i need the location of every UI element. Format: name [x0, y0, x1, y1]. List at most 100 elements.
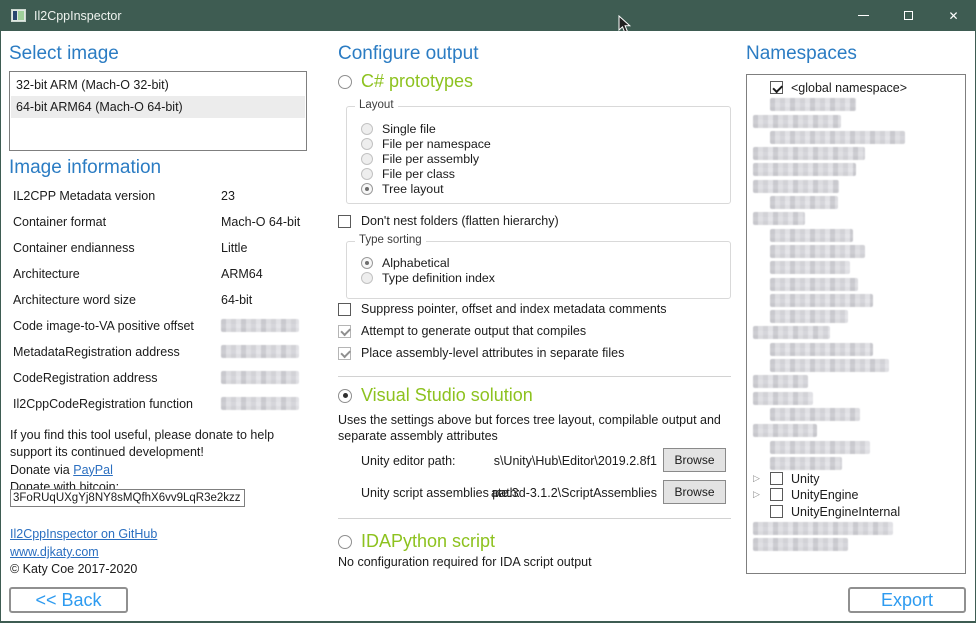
output-checkboxes: Suppress pointer, offset and index metad… [338, 298, 667, 364]
namespace-item[interactable] [747, 145, 965, 161]
namespace-item[interactable] [747, 292, 965, 308]
info-label: Architecture [13, 267, 80, 281]
checkbox-label: Place assembly-level attributes in separ… [361, 346, 624, 360]
radio-option[interactable]: File per assembly [347, 151, 730, 166]
namespace-item[interactable] [747, 390, 965, 406]
csharp-prototypes-radio[interactable]: C# prototypes [338, 71, 473, 92]
namespaces-title: Namespaces [746, 43, 857, 65]
radio-icon [361, 153, 373, 165]
namespace-item[interactable] [747, 324, 965, 340]
namespace-item[interactable] [747, 259, 965, 275]
redacted-namespace [770, 278, 858, 291]
checkbox-row[interactable]: Suppress pointer, offset and index metad… [338, 298, 667, 320]
titlebar[interactable]: Il2CppInspector [0, 0, 976, 31]
radio-option[interactable]: Tree layout [347, 181, 730, 196]
namespace-item[interactable] [747, 178, 965, 194]
namespace-item[interactable] [747, 536, 965, 552]
namespace-item[interactable] [747, 373, 965, 389]
back-button[interactable]: << Back [9, 587, 128, 613]
browse-editor-button[interactable]: Browse [663, 448, 726, 472]
donate-text: If you find this tool useful, please don… [10, 427, 310, 496]
image-list[interactable]: 32-bit ARM (Mach-O 32-bit)64-bit ARM64 (… [9, 71, 307, 151]
namespace-label: Unity [791, 471, 819, 487]
namespace-item[interactable] [747, 210, 965, 226]
namespace-item[interactable]: ▷ Unity [747, 471, 965, 487]
namespace-item[interactable] [747, 439, 965, 455]
export-button[interactable]: Export [848, 587, 966, 613]
redacted-value [221, 371, 299, 384]
redacted-namespace [770, 196, 838, 209]
radio-option[interactable]: Type definition index [347, 270, 730, 285]
info-row: MetadataRegistration address [13, 341, 305, 367]
minimize-button[interactable] [841, 0, 886, 31]
github-link[interactable]: Il2CppInspector on GitHub [10, 527, 157, 541]
namespace-item[interactable] [747, 243, 965, 259]
radio-option-label: Tree layout [382, 182, 444, 196]
namespace-item[interactable] [747, 194, 965, 210]
browse-assemblies-button[interactable]: Browse [663, 480, 726, 504]
redacted-namespace [753, 180, 839, 193]
donate-line1: If you find this tool useful, please don… [10, 427, 310, 444]
info-row: Code image-to-VA positive offset [13, 315, 305, 341]
image-list-item[interactable]: 32-bit ARM (Mach-O 32-bit) [11, 74, 305, 96]
select-image-title: Select image [9, 43, 119, 65]
namespace-item[interactable] [747, 227, 965, 243]
namespace-item[interactable]: ▷UnityEngine [747, 487, 965, 503]
radio-icon [361, 138, 373, 150]
namespace-item[interactable] [747, 276, 965, 292]
website-link[interactable]: www.djkaty.com [10, 545, 99, 559]
info-value: Little [221, 241, 247, 255]
namespace-item[interactable] [747, 406, 965, 422]
namespace-item[interactable] [747, 96, 965, 112]
maximize-button[interactable] [886, 0, 931, 31]
configure-output-title: Configure output [338, 43, 479, 65]
radio-option[interactable]: Alphabetical [347, 255, 730, 270]
namespace-item[interactable] [747, 357, 965, 373]
idapython-radio[interactable]: IDAPython script [338, 531, 495, 552]
namespace-item[interactable]: UnityEngineInternal [747, 504, 965, 520]
namespace-item[interactable] [747, 455, 965, 471]
info-label: IL2CPP Metadata version [13, 189, 155, 203]
info-row: Il2CppCodeRegistration function [13, 393, 305, 419]
visual-studio-radio[interactable]: Visual Studio solution [338, 385, 533, 406]
expander-icon[interactable]: ▷ [753, 473, 760, 484]
redacted-namespace [770, 359, 889, 372]
info-label: Code image-to-VA positive offset [13, 319, 194, 333]
checkbox-row[interactable]: Place assembly-level attributes in separ… [338, 342, 667, 364]
info-value: Mach-O 64-bit [221, 215, 300, 229]
radio-option-label: File per assembly [382, 152, 479, 166]
expander-icon[interactable]: ▷ [753, 489, 760, 500]
namespace-item[interactable] [747, 341, 965, 357]
paypal-link[interactable]: PayPal [73, 463, 113, 477]
info-rows: IL2CPP Metadata version23Container forma… [13, 185, 305, 419]
namespace-item[interactable] [747, 161, 965, 177]
namespace-checkbox[interactable] [770, 488, 783, 501]
copyright-text: © Katy Coe 2017-2020 [10, 562, 137, 576]
namespace-item[interactable] [747, 422, 965, 438]
redacted-namespace [753, 375, 808, 388]
namespace-item[interactable]: <global namespace> [747, 80, 965, 96]
radio-icon [338, 75, 352, 89]
namespace-item[interactable] [747, 129, 965, 145]
checkbox-row[interactable]: Attempt to generate output that compiles [338, 320, 667, 342]
close-button[interactable] [931, 0, 976, 31]
type-sorting-group-label: Type sorting [355, 234, 426, 246]
namespace-item[interactable] [747, 520, 965, 536]
radio-option[interactable]: File per class [347, 166, 730, 181]
radio-option[interactable]: Single file [347, 121, 730, 136]
radio-icon [361, 123, 373, 135]
namespace-checkbox[interactable] [770, 81, 783, 94]
namespace-checkbox[interactable] [770, 472, 783, 485]
namespace-checkbox[interactable] [770, 505, 783, 518]
flatten-checkbox-row[interactable]: Don't nest folders (flatten hierarchy) [338, 213, 559, 229]
paypal-prefix: Donate via [10, 463, 73, 477]
namespace-item[interactable] [747, 308, 965, 324]
namespaces-list[interactable]: <global namespace> ▷ Unity▷UnityEngineUnit… [746, 74, 966, 574]
image-list-item[interactable]: 64-bit ARM64 (Mach-O 64-bit) [11, 96, 305, 118]
info-value: 23 [221, 189, 235, 203]
namespace-item[interactable] [747, 113, 965, 129]
bitcoin-address-input[interactable] [10, 489, 245, 507]
radio-option[interactable]: File per namespace [347, 136, 730, 151]
info-row: IL2CPP Metadata version 23 [13, 185, 305, 211]
checkbox-icon [338, 215, 351, 228]
